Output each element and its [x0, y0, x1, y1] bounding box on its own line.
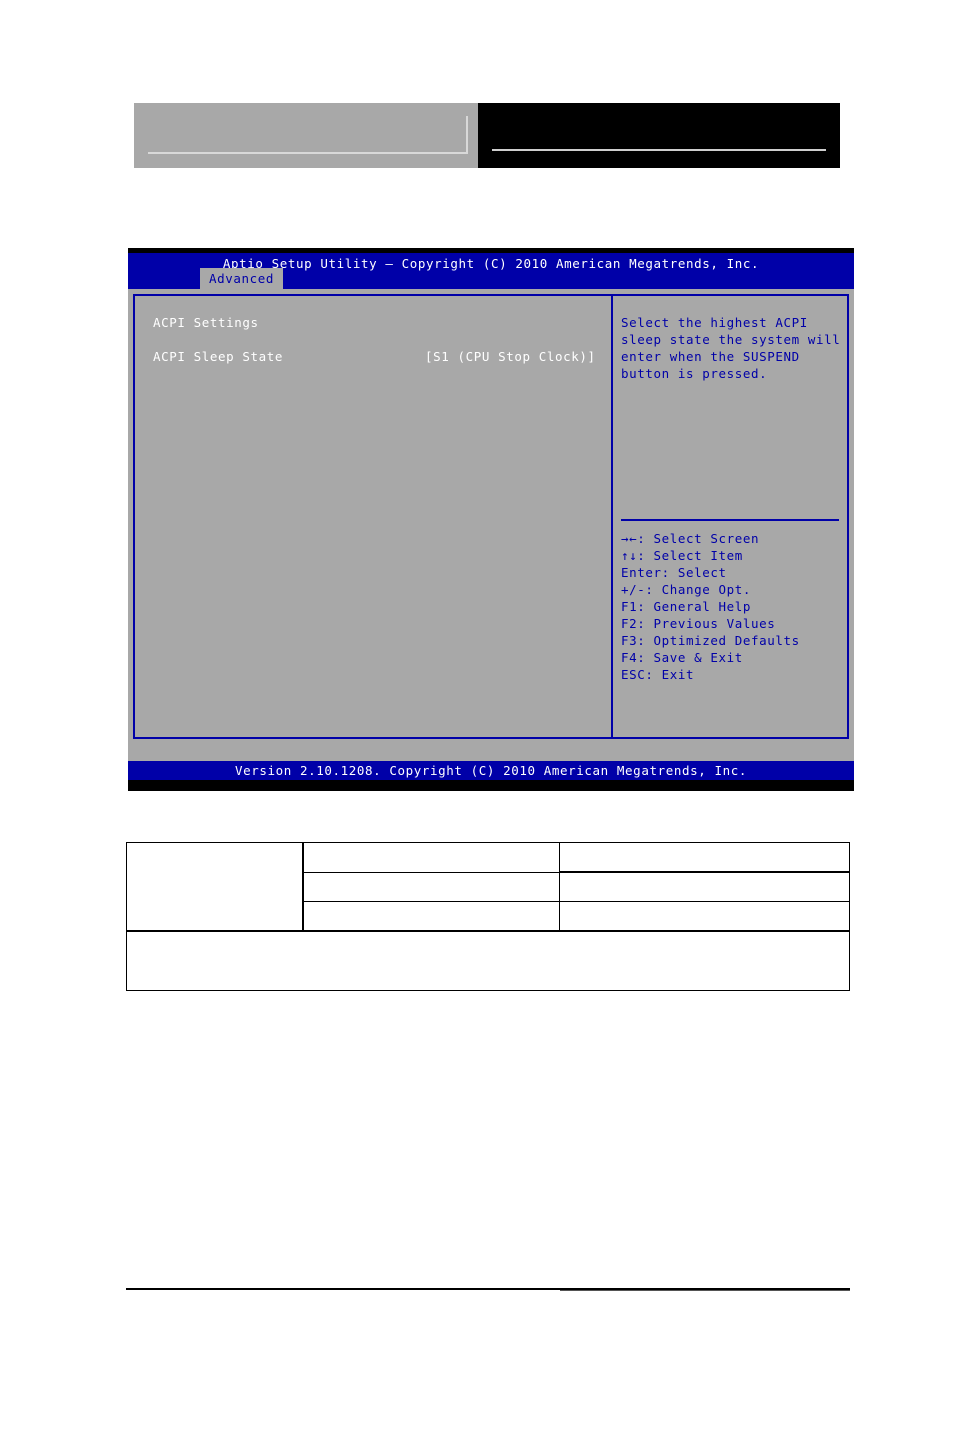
bios-body: ACPI Settings ACPI Sleep State [S1 (CPU …: [128, 289, 854, 761]
nav-key-f1-key: F1: [621, 599, 638, 614]
nav-key-f2: F2: Previous Values: [621, 615, 841, 632]
nav-key-change-opt: +/-: Change Opt.: [621, 581, 841, 598]
header-box-right: [478, 103, 840, 168]
nav-key-f2-key: F2: [621, 616, 638, 631]
bios-setup-screen: Aptio Setup Utility – Copyright (C) 2010…: [128, 248, 854, 791]
bios-body-inner: ACPI Settings ACPI Sleep State [S1 (CPU …: [133, 294, 849, 739]
header-left-horizontal-rule: [148, 152, 468, 154]
header-right-horizontal-rule: [492, 149, 826, 151]
nav-key-f4-key: F4: [621, 650, 638, 665]
setting-row-acpi-sleep-state[interactable]: ACPI Sleep State [S1 (CPU Stop Clock)]: [153, 348, 603, 365]
nav-key-f1: F1: General Help: [621, 598, 841, 615]
table-cell-option-2: [302, 871, 561, 902]
table-cell-description-3: [559, 901, 850, 932]
settings-section-heading: ACPI Settings: [153, 315, 259, 330]
nav-key-select-screen-label: : Select Screen: [637, 531, 760, 546]
header-box-left: [134, 103, 478, 168]
table-cell-description-2: [559, 871, 850, 902]
nav-key-select-screen: →←: Select Screen: [621, 530, 841, 547]
nav-key-select-item: ↑↓: Select Item: [621, 547, 841, 564]
nav-key-select-item-label: : Select Item: [637, 548, 743, 563]
nav-key-enter-key: Enter: [621, 565, 662, 580]
navigation-key-legend: →←: Select Screen ↑↓: Select Item Enter:…: [621, 530, 841, 683]
nav-key-esc: ESC: Exit: [621, 666, 841, 683]
table-cell-option-1: [302, 842, 561, 873]
help-divider: [621, 519, 839, 521]
table-cell-feature: [126, 842, 305, 932]
arrow-up-down-icon: ↑↓: [621, 548, 638, 563]
tab-advanced[interactable]: Advanced: [200, 268, 284, 290]
nav-key-enter-label: : Select: [661, 565, 727, 580]
nav-key-esc-key: ESC: [621, 667, 646, 682]
nav-key-f3-key: F3: [621, 633, 638, 648]
table-cell-option-3: [302, 901, 561, 932]
table-cell-description-1: [559, 842, 850, 873]
nav-key-change-opt-key: +/-: [621, 582, 646, 597]
page-footer-rule-thin: [560, 1290, 850, 1291]
nav-key-f3-label: : Optimized Defaults: [637, 633, 800, 648]
help-panel: Select the highest ACPI sleep state the …: [613, 296, 847, 737]
settings-panel: ACPI Settings ACPI Sleep State [S1 (CPU …: [135, 296, 613, 737]
table-row: [126, 842, 850, 932]
nav-key-change-opt-label: : Change Opt.: [645, 582, 752, 597]
bios-version-text: Version 2.10.1208. Copyright (C) 2010 Am…: [235, 763, 747, 778]
setting-label-acpi-sleep-state: ACPI Sleep State: [153, 349, 284, 364]
page-header-boxes: [134, 103, 840, 168]
nav-key-f1-label: : General Help: [637, 599, 752, 614]
nav-key-esc-label: : Exit: [645, 667, 695, 682]
nav-key-f2-label: : Previous Values: [637, 616, 776, 631]
bios-footer-bar: Version 2.10.1208. Copyright (C) 2010 Am…: [128, 761, 854, 780]
nav-key-f3: F3: Optimized Defaults: [621, 632, 841, 649]
help-description: Select the highest ACPI sleep state the …: [621, 315, 841, 381]
header-left-vertical-rule: [466, 116, 468, 154]
nav-key-f4: F4: Save & Exit: [621, 649, 841, 666]
arrow-left-right-icon: →←: [621, 531, 638, 546]
setting-value-acpi-sleep-state[interactable]: [S1 (CPU Stop Clock)]: [425, 348, 596, 365]
table-note-row: [126, 930, 850, 991]
nav-key-enter: Enter: Select: [621, 564, 841, 581]
nav-key-f4-label: : Save & Exit: [637, 650, 743, 665]
lower-table: [126, 842, 850, 991]
table-cell-note: [126, 930, 850, 991]
